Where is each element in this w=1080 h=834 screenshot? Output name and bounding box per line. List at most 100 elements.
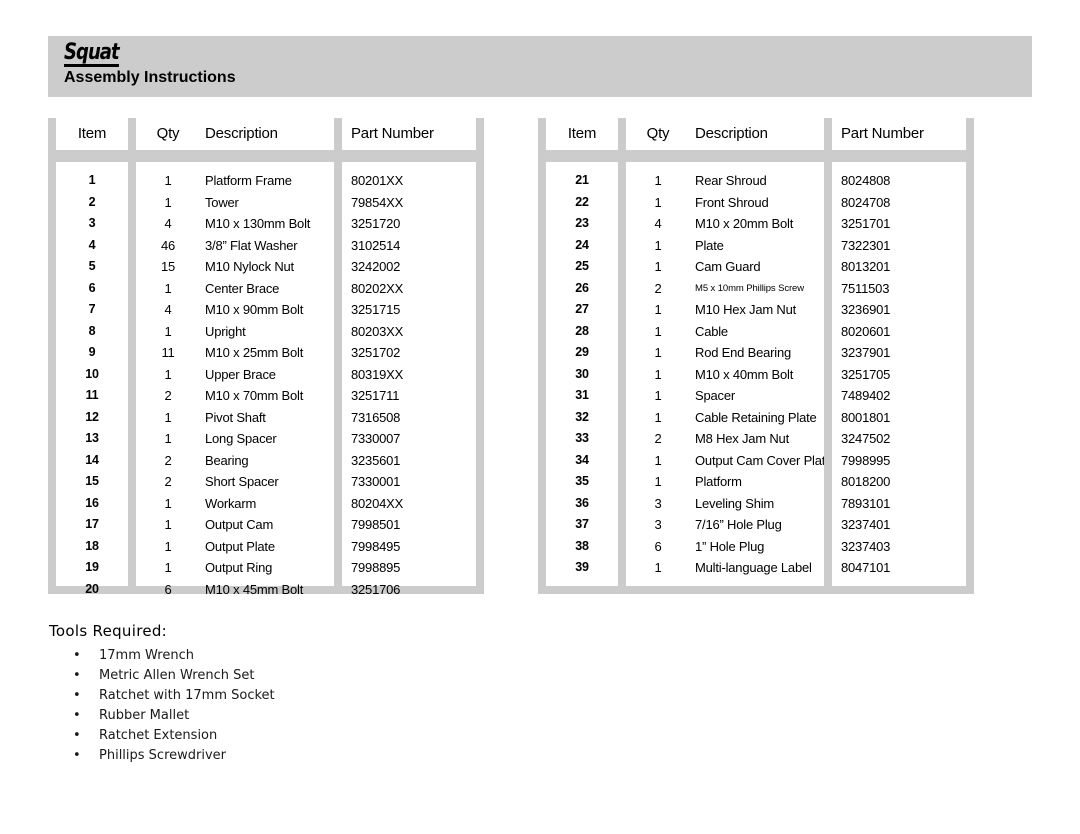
cell-item: 10: [85, 366, 99, 381]
tool-list-item: • Metric Allen Wrench Set: [49, 666, 549, 686]
tool-label: Ratchet with 17mm Socket: [99, 688, 275, 703]
cell-qty: 1: [164, 538, 172, 554]
cell-part-number: 3251705: [841, 366, 891, 382]
cell-part-number: 7330001: [351, 474, 401, 489]
table-body: 21 1 Rear Shroud 8024808 22 1 Front Shroud 8024…: [538, 162, 974, 586]
table-row: 7 4 M10 x 90mm Bolt 3251715: [48, 299, 484, 321]
cell-qty: 1: [654, 366, 662, 382]
cell-part-number: 3237401: [841, 517, 891, 532]
table-row: 2 1 Tower 79854XX: [48, 192, 484, 214]
cell-item: 2: [88, 194, 96, 209]
cell-description: Tower: [205, 194, 239, 210]
cell-description: Spacer: [695, 388, 735, 403]
table-row: 20 6 M10 x 45mm Bolt 3251706: [48, 579, 484, 601]
cell-description: M10 Nylock Nut: [205, 259, 294, 274]
cell-item: 14: [85, 452, 99, 467]
column-header-qty: Qty: [136, 118, 200, 150]
cell-part-number: 8013201: [841, 259, 891, 274]
table-row: 34 1 Output Cam Cover Plate 7998995: [538, 450, 974, 472]
table-row: 26 2 M5 x 10mm Phillips Screw 7511503: [538, 278, 974, 300]
table-row: 39 1 Multi-language Label 8047101: [538, 557, 974, 579]
cell-qty: 2: [164, 388, 172, 403]
cell-part-number: 8024808: [841, 173, 891, 188]
cell-item: 29: [575, 345, 589, 359]
cell-description: Cable Retaining Plate: [695, 409, 817, 425]
table-row: 1 1 Platform Frame 80201XX: [48, 170, 484, 192]
cell-description: Long Spacer: [205, 431, 277, 446]
table-row: 6 1 Center Brace 80202XX: [48, 278, 484, 300]
column-header-description: Description: [686, 118, 824, 150]
cell-part-number: 3251706: [351, 581, 401, 597]
cell-part-number: 80201XX: [351, 173, 404, 188]
table-rows-container: 1 1 Platform Frame 80201XX 2 1 Tower 79854XX 3 4 M…: [48, 170, 484, 600]
cell-qty: 1: [654, 173, 662, 188]
cell-item: 13: [85, 431, 99, 445]
cell-qty: 1: [164, 323, 172, 339]
cell-item: 6: [88, 280, 96, 295]
cell-part-number: 7998501: [351, 517, 401, 532]
table-row: 9 11 M10 x 25mm Bolt 3251702: [48, 342, 484, 364]
cell-description: Center Brace: [205, 280, 280, 296]
cell-item: 7: [88, 302, 96, 316]
table-row: 35 1 Platform 8018200: [538, 471, 974, 493]
cell-item: 32: [575, 409, 589, 424]
cell-qty: 1: [654, 560, 662, 575]
cell-description: M8 Hex Jam Nut: [695, 431, 790, 446]
table-row: 37 3 7/16” Hole Plug 3237401: [538, 514, 974, 536]
cell-item: 20: [85, 581, 99, 596]
cell-part-number: 3251720: [351, 216, 401, 231]
cell-item: 1: [88, 173, 96, 187]
cell-item: 5: [88, 259, 96, 273]
table-row: 28 1 Cable 8020601: [538, 321, 974, 343]
cell-qty: 2: [654, 431, 662, 446]
table-row: 36 3 Leveling Shim 7893101: [538, 493, 974, 515]
table-row: 3 4 M10 x 130mm Bolt 3251720: [48, 213, 484, 235]
parts-list-table-2: Item Qty Description Part Number 21 1 Rear…: [538, 118, 974, 594]
cell-qty: 1: [654, 452, 662, 468]
cell-part-number: 8020601: [841, 323, 891, 339]
cell-item: 24: [575, 237, 589, 252]
cell-description: Platform: [695, 474, 742, 489]
cell-description: Output Cam Cover Plate: [695, 452, 824, 468]
cell-qty: 4: [164, 216, 172, 231]
bullet-icon: •: [73, 748, 81, 763]
cell-description: M10 x 130mm Bolt: [205, 216, 311, 231]
cell-qty: 1: [654, 474, 662, 489]
cell-part-number: 8018200: [841, 474, 891, 489]
cell-part-number: 80319XX: [351, 366, 404, 382]
tools-required-list: • 17mm Wrench • Metric Allen Wrench Set • Rat…: [49, 646, 549, 766]
table-row: 32 1 Cable Retaining Plate 8001801: [538, 407, 974, 429]
table-row: 5 15 M10 Nylock Nut 3242002: [48, 256, 484, 278]
cell-description: Output Ring: [205, 560, 273, 575]
cell-description: Rod End Bearing: [695, 345, 792, 360]
cell-item: 27: [575, 302, 589, 316]
cell-item: 8: [88, 323, 96, 338]
cell-qty: 1: [654, 345, 662, 360]
cell-part-number: 80204XX: [351, 495, 404, 511]
cell-item: 11: [85, 388, 99, 402]
cell-qty: 1: [164, 495, 172, 511]
cell-description: Cable: [695, 323, 728, 339]
cell-qty: 4: [164, 302, 172, 317]
cell-part-number: 3236901: [841, 302, 891, 317]
cell-qty: 1: [164, 431, 172, 446]
cell-description: Short Spacer: [205, 474, 279, 489]
table-row: 17 1 Output Cam 7998501: [48, 514, 484, 536]
cell-qty: 3: [654, 517, 662, 532]
cell-part-number: 3251715: [351, 302, 401, 317]
table-row: 8 1 Upright 80203XX: [48, 321, 484, 343]
cell-qty: 6: [654, 538, 662, 554]
cell-item: 22: [575, 194, 589, 209]
cell-item: 9: [88, 345, 96, 359]
cell-description: M10 x 90mm Bolt: [205, 302, 304, 317]
cell-part-number: 3235601: [351, 452, 401, 468]
cell-item: 33: [575, 431, 589, 445]
cell-part-number: 3247502: [841, 431, 891, 446]
cell-part-number: 7322301: [841, 237, 891, 253]
cell-item: 35: [575, 474, 589, 488]
cell-qty: 1: [164, 409, 172, 425]
table-row: 31 1 Spacer 7489402: [538, 385, 974, 407]
cell-part-number: 7998495: [351, 538, 401, 554]
cell-description: M10 x 40mm Bolt: [695, 366, 794, 382]
cell-item: 17: [85, 517, 99, 531]
